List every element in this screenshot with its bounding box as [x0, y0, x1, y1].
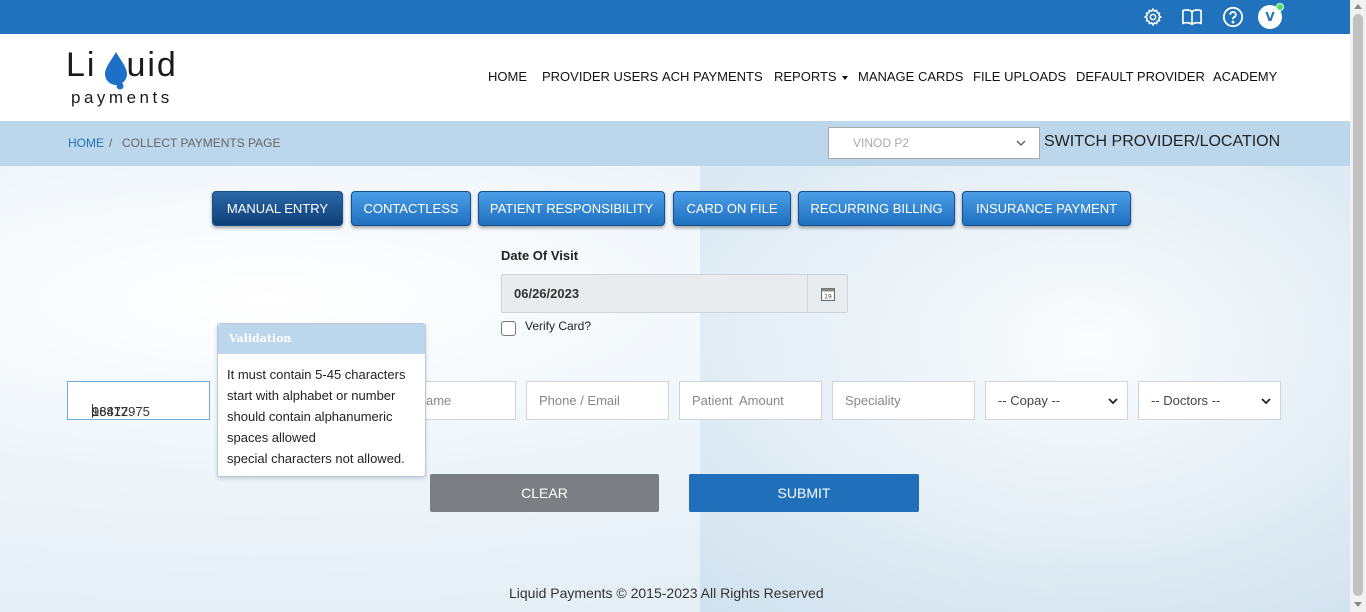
clear-button[interactable]: CLEAR [430, 474, 659, 512]
date-of-visit-label: Date Of Visit [501, 248, 579, 263]
patient-amount-placeholder: Patient Amount [692, 393, 784, 408]
logo-subtitle: payments [71, 88, 173, 107]
provider-select-value: VINOD P2 [853, 136, 910, 150]
scroll-up-icon[interactable] [1354, 4, 1362, 9]
nav-reports[interactable]: REPORTS [774, 69, 848, 84]
top-bar: V [0, 0, 1350, 34]
validation-tooltip: Validation It must contain 5-45 characte… [217, 323, 426, 477]
tooltip-line: start with alphabet or number [227, 388, 396, 403]
patient-name-placeholder: ame [426, 393, 452, 408]
nav-ach-payments[interactable]: ACH PAYMENTS [662, 69, 763, 84]
tab-patient-responsibility[interactable]: PATIENT RESPONSIBILITY [478, 191, 665, 226]
tooltip-line: should contain alphanumeric [227, 409, 393, 424]
tooltip-line: special characters not allowed. [227, 451, 405, 466]
submit-button[interactable]: SUBMIT [689, 474, 919, 512]
date-of-visit-value: 06/26/2023 [514, 286, 580, 301]
breadcrumb-current: COLLECT PAYMENTS PAGE [122, 136, 281, 150]
tab-recurring-billing[interactable]: RECURRING BILLING [798, 191, 955, 226]
tab-contactless[interactable]: CONTACTLESS [351, 191, 471, 226]
tab-card-on-file[interactable]: CARD ON FILE [673, 191, 791, 226]
main-content: MANUAL ENTRY CONTACTLESS PATIENT RESPONS… [0, 166, 1350, 612]
svg-text:19: 19 [824, 293, 832, 300]
switch-provider-label: SWITCH PROVIDER/LOCATION [1044, 133, 1281, 150]
nav-manage-cards[interactable]: MANAGE CARDS [858, 69, 963, 84]
calendar-icon[interactable]: 19 [807, 275, 847, 312]
gear-icon[interactable] [1141, 5, 1165, 29]
verify-card-checkbox[interactable] [501, 321, 516, 336]
tab-insurance-payment[interactable]: INSURANCE PAYMENT [962, 191, 1131, 226]
nav-home[interactable]: HOME [488, 69, 527, 84]
nav-academy[interactable]: ACADEMY [1213, 69, 1277, 84]
logo[interactable]: Li uid payments [66, 46, 196, 110]
doctors-select[interactable]: -- Doctors -- [1138, 381, 1281, 420]
scroll-thumb[interactable] [1353, 14, 1363, 596]
avatar-initial: V [1265, 10, 1275, 24]
scroll-down-icon[interactable] [1354, 602, 1362, 607]
footer-copyright: Liquid Payments © 2015-2023 All Rights R… [509, 585, 824, 601]
phone-email-input[interactable]: Phone / Email [526, 381, 669, 420]
book-icon[interactable] [1180, 5, 1204, 29]
breadcrumb: HOME / COLLECT PAYMENTS PAGE VINOD P2 SW… [0, 121, 1350, 166]
avatar[interactable]: V [1258, 3, 1284, 29]
breadcrumb-separator: / [109, 136, 113, 150]
nav-provider-users[interactable]: PROVIDER USERS [542, 69, 658, 84]
copay-select-value: -- Copay -- [998, 393, 1061, 408]
account-number-input[interactable]: 16877975 98412 [67, 381, 210, 420]
nav-default-provider[interactable]: DEFAULT PROVIDER [1076, 69, 1205, 84]
phone-email-placeholder: Phone / Email [539, 393, 620, 408]
doctors-select-value: -- Doctors -- [1151, 393, 1221, 408]
copay-select[interactable]: -- Copay -- [985, 381, 1128, 420]
patient-amount-input[interactable]: Patient Amount [679, 381, 822, 420]
tooltip-title: Validation [218, 324, 425, 354]
online-status-dot [1276, 3, 1284, 11]
tab-manual-entry[interactable]: MANUAL ENTRY [212, 191, 343, 226]
date-of-visit-field[interactable]: 06/26/2023 19 [501, 274, 848, 313]
breadcrumb-home[interactable]: HOME [68, 136, 104, 150]
tooltip-line: It must contain 5-45 characters [227, 367, 406, 382]
tooltip-line: spaces allowed [227, 430, 316, 445]
nav-file-uploads[interactable]: FILE UPLOADS [973, 69, 1066, 84]
speciality-placeholder: Speciality [845, 393, 901, 408]
speciality-input[interactable]: Speciality [832, 381, 975, 420]
scrollbar[interactable] [1350, 0, 1366, 612]
chevron-down-icon [841, 75, 848, 80]
verify-card-label: Verify Card? [525, 319, 592, 333]
water-drop-icon [105, 52, 127, 90]
chevron-down-icon [1261, 398, 1271, 405]
help-icon[interactable] [1221, 5, 1245, 29]
provider-select[interactable]: VINOD P2 [828, 127, 1040, 159]
nav-reports-label: REPORTS [774, 69, 837, 84]
chevron-down-icon [1108, 398, 1118, 405]
chevron-down-icon [1016, 140, 1026, 146]
